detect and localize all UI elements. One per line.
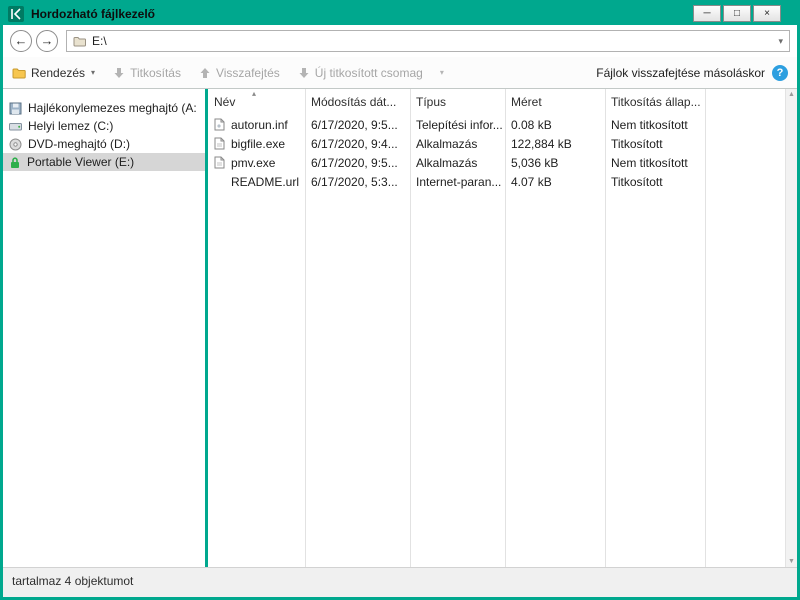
- main-content: Hajlékonylemezes meghajtó (A: Helyi leme…: [3, 89, 797, 567]
- toolbar-right-group: Fájlok visszafejtése másoláskor ?: [596, 65, 788, 81]
- status-bar: tartalmaz 4 objektumot: [3, 567, 797, 597]
- file-size-cell: 5,036 kB: [505, 156, 605, 170]
- file-size-cell: 4.07 kB: [505, 175, 605, 189]
- arrow-up-icon: [199, 67, 211, 79]
- setup-file-icon: [214, 118, 226, 131]
- back-button[interactable]: ←: [10, 30, 32, 52]
- drive-folder-icon: [73, 36, 86, 47]
- sidebar-item-floppy-a[interactable]: Hajlékonylemezes meghajtó (A:: [3, 99, 205, 117]
- file-row-readme[interactable]: README.url 6/17/2020, 5:3... Internet-pa…: [208, 172, 785, 191]
- floppy-drive-icon: [9, 102, 22, 115]
- file-status-cell: Titkosított: [605, 175, 705, 189]
- column-header-size[interactable]: Méret: [505, 89, 605, 115]
- address-text: E:\: [92, 34, 107, 48]
- chevron-down-icon: ▾: [91, 68, 95, 77]
- column-header-modified[interactable]: Módosítás dát...: [305, 89, 410, 115]
- file-name-cell: autorun.inf: [208, 118, 305, 132]
- application-file-icon: [214, 137, 226, 150]
- file-type-cell: Telepítési infor...: [410, 118, 505, 132]
- toolbar: Rendezés ▾ Titkosítás Visszafejtés Új ti…: [3, 57, 797, 89]
- drive-sidebar: Hajlékonylemezes meghajtó (A: Helyi leme…: [3, 89, 205, 567]
- file-type-cell: Internet-paran...: [410, 175, 505, 189]
- sidebar-item-local-disk-c[interactable]: Helyi lemez (C:): [3, 117, 205, 135]
- column-divider: [410, 89, 411, 567]
- file-name-cell: bigfile.exe: [208, 137, 305, 151]
- arrow-down-icon: [298, 67, 310, 79]
- scroll-down-icon[interactable]: ▼: [788, 558, 795, 565]
- application-file-icon: [214, 156, 226, 169]
- encrypt-button[interactable]: Titkosítás: [113, 66, 181, 80]
- titlebar: Hordozható fájlkezelő: [3, 3, 797, 25]
- file-status-cell: Nem titkosított: [605, 156, 705, 170]
- column-divider: [505, 89, 506, 567]
- column-divider: [605, 89, 606, 567]
- file-size-cell: 122,884 kB: [505, 137, 605, 151]
- scroll-up-icon[interactable]: ▲: [788, 91, 795, 98]
- decrypt-on-copy-label: Fájlok visszafejtése másoláskor: [596, 66, 765, 80]
- vertical-scrollbar[interactable]: ▲ ▼: [785, 89, 797, 567]
- hard-disk-icon: [9, 120, 22, 133]
- arrow-down-icon: [113, 67, 125, 79]
- window-title: Hordozható fájlkezelő: [31, 7, 155, 21]
- file-modified-cell: 6/17/2020, 9:4...: [305, 137, 410, 151]
- dvd-drive-icon: [9, 138, 22, 151]
- encrypt-label: Titkosítás: [130, 66, 181, 80]
- file-modified-cell: 6/17/2020, 5:3...: [305, 175, 410, 189]
- file-name-cell: README.url: [208, 175, 305, 189]
- decrypt-button[interactable]: Visszafejtés: [199, 66, 280, 80]
- navigation-bar: ← → E:\ ▾: [3, 25, 797, 57]
- address-bar[interactable]: E:\ ▾: [66, 30, 790, 52]
- file-row-autorun[interactable]: autorun.inf 6/17/2020, 9:5... Telepítési…: [208, 115, 785, 134]
- sidebar-item-label: Hajlékonylemezes meghajtó (A:: [28, 101, 197, 115]
- status-text: tartalmaz 4 objektumot: [12, 574, 133, 588]
- file-row-bigfile[interactable]: bigfile.exe 6/17/2020, 9:4... Alkalmazás…: [208, 134, 785, 153]
- sidebar-item-label: Portable Viewer (E:): [27, 155, 134, 169]
- help-icon[interactable]: ?: [772, 65, 788, 81]
- sidebar-item-label: DVD-meghajtó (D:): [28, 137, 130, 151]
- organize-label: Rendezés: [31, 66, 85, 80]
- lock-icon: [9, 156, 21, 169]
- file-status-cell: Titkosított: [605, 137, 705, 151]
- portable-file-manager-window: Hordozható fájlkezelő ─ □ × ← → E:\ ▾ Re…: [0, 0, 800, 600]
- sidebar-item-dvd-d[interactable]: DVD-meghajtó (D:): [3, 135, 205, 153]
- file-status-cell: Nem titkosított: [605, 118, 705, 132]
- file-type-cell: Alkalmazás: [410, 137, 505, 151]
- filelist-header: ▴ Név Módosítás dát... Típus Méret Titko…: [208, 89, 785, 115]
- decrypt-label: Visszafejtés: [216, 66, 280, 80]
- column-header-name[interactable]: ▴ Név: [208, 89, 305, 115]
- file-size-cell: 0.08 kB: [505, 118, 605, 132]
- file-type-cell: Alkalmazás: [410, 156, 505, 170]
- minimize-button[interactable]: ─: [693, 5, 721, 22]
- new-encrypted-package-label: Új titkosított csomag: [315, 66, 423, 80]
- chevron-down-icon: ▾: [440, 68, 444, 77]
- kaspersky-logo-icon: [8, 6, 24, 22]
- sort-ascending-icon: ▴: [252, 90, 256, 98]
- file-name-cell: pmv.exe: [208, 156, 305, 170]
- address-dropdown-icon[interactable]: ▾: [778, 36, 783, 47]
- column-divider: [305, 89, 306, 567]
- column-header-encryption-status[interactable]: Titkosítás állap...: [605, 89, 705, 115]
- file-modified-cell: 6/17/2020, 9:5...: [305, 156, 410, 170]
- file-modified-cell: 6/17/2020, 9:5...: [305, 118, 410, 132]
- column-divider: [705, 89, 706, 567]
- folder-icon: [12, 67, 26, 79]
- sidebar-item-label: Helyi lemez (C:): [28, 119, 113, 133]
- window-controls: ─ □ ×: [693, 5, 781, 22]
- close-button[interactable]: ×: [753, 5, 781, 22]
- sidebar-item-portable-viewer-e[interactable]: Portable Viewer (E:): [3, 153, 205, 171]
- new-encrypted-package-button[interactable]: Új titkosított csomag ▾: [298, 66, 444, 80]
- organize-button[interactable]: Rendezés ▾: [12, 66, 95, 80]
- maximize-button[interactable]: □: [723, 5, 751, 22]
- file-row-pmv[interactable]: pmv.exe 6/17/2020, 9:5... Alkalmazás 5,0…: [208, 153, 785, 172]
- forward-button[interactable]: →: [36, 30, 58, 52]
- column-header-type[interactable]: Típus: [410, 89, 505, 115]
- file-list: ▴ Név Módosítás dát... Típus Méret Titko…: [208, 89, 785, 567]
